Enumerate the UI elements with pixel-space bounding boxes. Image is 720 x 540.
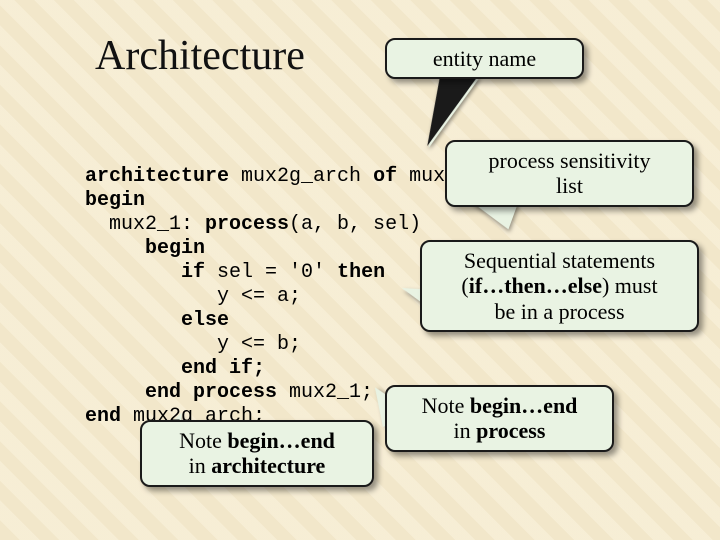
callout-text: (if…then…else) must [432, 273, 687, 298]
callout-text: Note begin…end [397, 393, 602, 418]
code-text: y <= b; [85, 333, 301, 356]
slide: Architecture architecture mux2g_arch of … [0, 0, 720, 540]
callout-text: Note begin…end [152, 428, 362, 453]
kw-if: if [85, 261, 205, 284]
callout-text: entity name [397, 46, 572, 71]
code-text: mux2_1; [277, 381, 373, 404]
kw-begin: begin [85, 237, 205, 260]
kw-else: else [85, 309, 229, 332]
callout-text: be in a process [432, 299, 687, 324]
kw-endif: end if; [85, 357, 265, 380]
callout-entity-name: entity name [385, 38, 584, 79]
kw-end: end [85, 405, 121, 428]
code-text: (a, b, sel) [289, 213, 421, 236]
callout-sensitivity-list: process sensitivity list [445, 140, 694, 207]
callout-tail [419, 78, 480, 148]
callout-text: in architecture [152, 453, 362, 478]
kw-then: then [337, 261, 385, 284]
callout-text: list [457, 173, 682, 198]
callout-begin-end-process: Note begin…end in process [385, 385, 614, 452]
slide-title: Architecture [95, 32, 305, 80]
code-text: mux2_1: [85, 213, 205, 236]
callout-text: in process [397, 418, 602, 443]
kw-endprocess: end process [85, 381, 277, 404]
kw-begin: begin [85, 189, 145, 212]
callout-sequential-stmts: Sequential statements (if…then…else) mus… [420, 240, 699, 332]
kw-of: of [373, 165, 397, 188]
code-text: sel = '0' [205, 261, 337, 284]
code-text: mux2g_arch [229, 165, 373, 188]
callout-begin-end-architecture: Note begin…end in architecture [140, 420, 374, 487]
callout-text: Sequential statements [432, 248, 687, 273]
kw-architecture: architecture [85, 165, 229, 188]
callout-text: process sensitivity [457, 148, 682, 173]
code-text: y <= a; [85, 285, 301, 308]
kw-process: process [205, 213, 289, 236]
